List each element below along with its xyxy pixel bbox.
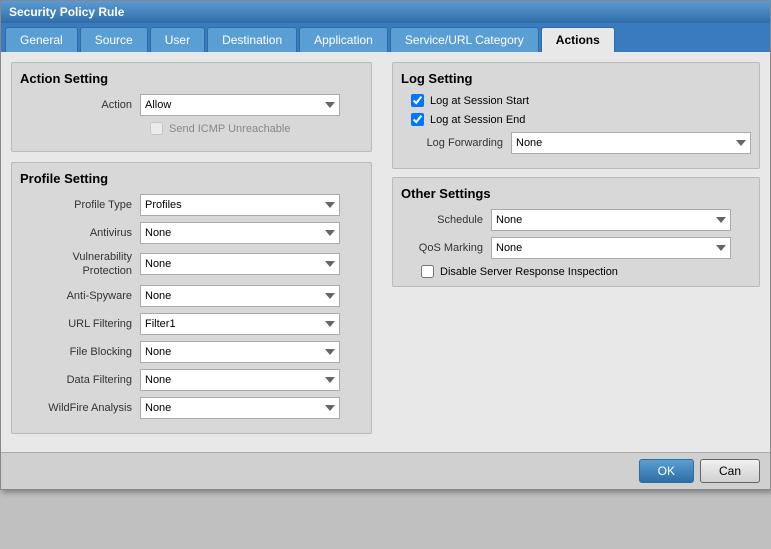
action-row: Action Allow Deny Drop [20,94,363,116]
anti-spyware-label: Anti-Spyware [20,290,140,302]
antivirus-select[interactable]: None [140,222,340,244]
action-select[interactable]: Allow Deny Drop [140,94,340,116]
schedule-select[interactable]: None [491,209,731,231]
tab-application[interactable]: Application [299,27,388,52]
log-session-start-row: Log at Session Start [401,94,751,107]
file-blocking-label: File Blocking [20,346,140,358]
anti-spyware-row: Anti-Spyware None [20,285,363,307]
send-icmp-checkbox[interactable] [150,122,163,135]
url-filtering-label: URL Filtering [20,318,140,330]
action-label: Action [20,99,140,111]
other-settings-title: Other Settings [401,186,751,201]
right-panel: Log Setting Log at Session Start Log at … [392,62,760,442]
file-blocking-row: File Blocking None [20,341,363,363]
wildfire-row: WildFire Analysis None [20,397,363,419]
log-session-end-label: Log at Session End [430,114,525,126]
footer: OK Can [1,452,770,489]
url-filtering-row: URL Filtering Filter1 None [20,313,363,335]
ok-button[interactable]: OK [639,459,694,483]
profile-setting-section: Profile Setting Profile Type Profiles Gr… [11,162,372,434]
title-bar: Security Policy Rule [1,1,770,23]
send-icmp-label: Send ICMP Unreachable [169,123,290,135]
tab-general[interactable]: General [5,27,78,52]
tab-actions[interactable]: Actions [541,27,615,52]
antivirus-label: Antivirus [20,227,140,239]
log-session-start-checkbox[interactable] [411,94,424,107]
tab-bar: General Source User Destination Applicat… [1,23,770,52]
anti-spyware-select[interactable]: None [140,285,340,307]
profile-type-select[interactable]: Profiles Group None [140,194,340,216]
schedule-label: Schedule [401,214,491,226]
other-settings-section: Other Settings Schedule None QoS Marking… [392,177,760,287]
url-filtering-select[interactable]: Filter1 None [140,313,340,335]
security-policy-dialog: Security Policy Rule General Source User… [0,0,771,490]
data-filtering-row: Data Filtering None [20,369,363,391]
action-setting-section: Action Setting Action Allow Deny Drop Se… [11,62,372,152]
log-setting-section: Log Setting Log at Session Start Log at … [392,62,760,169]
tab-content: Action Setting Action Allow Deny Drop Se… [1,52,770,452]
tab-service-url[interactable]: Service/URL Category [390,27,539,52]
file-blocking-select[interactable]: None [140,341,340,363]
qos-label: QoS Marking [401,242,491,254]
antivirus-row: Antivirus None [20,222,363,244]
log-session-end-checkbox[interactable] [411,113,424,126]
cancel-button[interactable]: Can [700,459,760,483]
log-session-end-row: Log at Session End [401,113,751,126]
wildfire-label: WildFire Analysis [20,402,140,414]
send-icmp-row: Send ICMP Unreachable [20,122,363,135]
data-filtering-label: Data Filtering [20,374,140,386]
vuln-select[interactable]: None [140,253,340,275]
log-session-start-label: Log at Session Start [430,95,529,107]
left-panel: Action Setting Action Allow Deny Drop Se… [11,62,372,442]
log-forwarding-row: Log Forwarding None [401,132,751,154]
disable-server-label: Disable Server Response Inspection [440,266,618,278]
tab-destination[interactable]: Destination [207,27,297,52]
vuln-row: VulnerabilityProtection None [20,250,363,279]
action-setting-title: Action Setting [20,71,363,86]
profile-type-label: Profile Type [20,199,140,211]
dialog-title: Security Policy Rule [9,5,124,19]
profile-setting-title: Profile Setting [20,171,363,186]
log-forwarding-select[interactable]: None [511,132,751,154]
profile-type-row: Profile Type Profiles Group None [20,194,363,216]
schedule-row: Schedule None [401,209,751,231]
qos-select[interactable]: None [491,237,731,259]
disable-server-row: Disable Server Response Inspection [401,265,751,278]
tab-user[interactable]: User [150,27,205,52]
tab-source[interactable]: Source [80,27,148,52]
log-setting-title: Log Setting [401,71,751,86]
vuln-label: VulnerabilityProtection [20,250,140,279]
disable-server-checkbox[interactable] [421,265,434,278]
qos-row: QoS Marking None [401,237,751,259]
data-filtering-select[interactable]: None [140,369,340,391]
log-forwarding-label: Log Forwarding [401,137,511,149]
wildfire-select[interactable]: None [140,397,340,419]
